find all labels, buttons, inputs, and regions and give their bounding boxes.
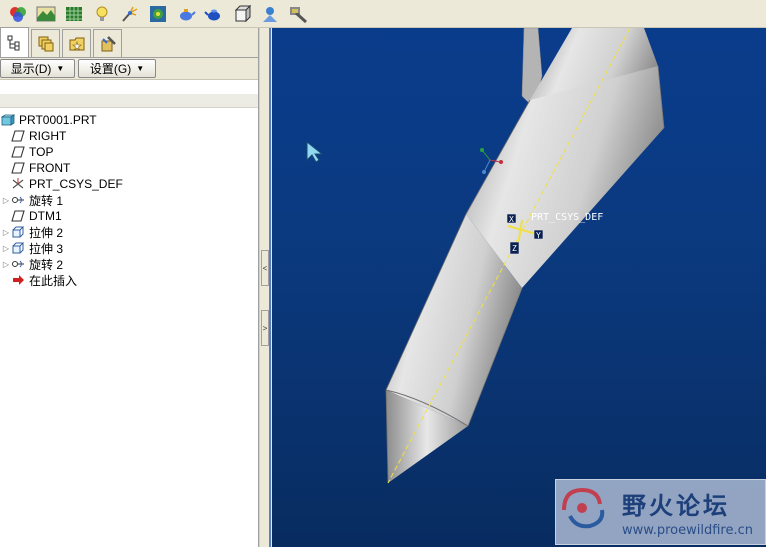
favorites-tab[interactable] — [62, 29, 91, 57]
tree-item[interactable]: TOP — [0, 144, 258, 160]
terrain-icon[interactable] — [34, 3, 58, 25]
tree-item-label: 拉伸 3 — [29, 241, 64, 256]
spacer — [0, 80, 258, 94]
revolve-icon — [10, 257, 26, 271]
tree-item[interactable]: ▷ 拉伸 3 — [0, 240, 258, 256]
expand-arrow-icon[interactable]: ▷ — [2, 260, 10, 269]
tree-item[interactable]: ▷ 拉伸 2 — [0, 224, 258, 240]
datum-plane-icon — [10, 209, 26, 223]
datum-plane-icon — [10, 161, 26, 175]
expand-arrow-icon[interactable]: ▷ — [2, 228, 10, 237]
csys-icon — [10, 177, 26, 191]
tree-item[interactable]: ▷ 旋转 2 — [0, 256, 258, 272]
expand-arrow-icon[interactable]: ▷ — [2, 244, 10, 253]
navigator-menu-row: 显示(D) ▼ 设置(G) ▼ — [0, 58, 258, 80]
tree-item[interactable]: DTM1 — [0, 208, 258, 224]
texture-icon[interactable] — [62, 3, 86, 25]
watermark-subtitle: www.proewildfire.cn — [622, 523, 753, 538]
scene-icon[interactable] — [146, 3, 170, 25]
settings-menu-button[interactable]: 设置(G) ▼ — [78, 59, 156, 78]
render-tool-icon[interactable] — [286, 3, 310, 25]
forum-watermark: 野火论坛 www.proewildfire.cn — [555, 479, 766, 545]
chevron-down-icon: ▼ — [56, 64, 65, 73]
tree-item[interactable]: 在此插入 — [0, 272, 258, 288]
tree-root-label: PRT0001.PRT — [19, 113, 97, 127]
blue-teapot-icon[interactable] — [202, 3, 226, 25]
viewport-border — [269, 28, 271, 547]
tree-item[interactable]: RIGHT — [0, 128, 258, 144]
chevron-down-icon: ▼ — [136, 64, 145, 73]
perspective-icon[interactable] — [258, 3, 282, 25]
part-icon — [0, 113, 16, 127]
csys-z-tag: Z — [512, 244, 517, 253]
color-appearance-icon[interactable] — [6, 3, 30, 25]
tree-item-label: 在此插入 — [29, 273, 78, 288]
tools-tab[interactable] — [93, 29, 122, 57]
tree-item-label: 旋转 2 — [29, 257, 64, 272]
csys-label: PRT_CSYS_DEF — [531, 212, 604, 223]
csys-x-tag: X — [509, 215, 514, 224]
model-render: X Y Z — [306, 28, 665, 484]
csys-y-tag: Y — [536, 231, 541, 240]
mouse-pointer-icon — [306, 140, 324, 163]
light-bulb-icon[interactable] — [90, 3, 114, 25]
revolve-icon — [10, 193, 26, 207]
datum-plane-icon — [10, 129, 26, 143]
tree-root[interactable]: PRT0001.PRT — [0, 112, 258, 128]
forum-logo — [562, 487, 605, 529]
tree-item-label: TOP — [29, 145, 54, 159]
insert-arrow-icon — [10, 273, 26, 287]
tree-item-label: 拉伸 2 — [29, 225, 64, 240]
tree-item[interactable]: ▷ 旋转 1 — [0, 192, 258, 208]
collapse-left-icon[interactable]: < — [261, 250, 269, 286]
tree-item-label: FRONT — [29, 161, 71, 175]
tree-item[interactable]: PRT_CSYS_DEF — [0, 176, 258, 192]
teapot-render-icon[interactable] — [174, 3, 198, 25]
layers-tab[interactable] — [31, 29, 60, 57]
tree-item-label: DTM1 — [29, 209, 62, 223]
tree-item-label: PRT_CSYS_DEF — [29, 177, 123, 191]
model-tree: PRT0001.PRT RIGHT TOP FRONT PRT_CSYS_DEF ▷ 旋转… — [0, 108, 258, 288]
expand-arrow-icon[interactable]: ▷ — [2, 196, 10, 205]
expand-right-icon[interactable]: > — [261, 310, 269, 346]
navigator-panel: 显示(D) ▼ 设置(G) ▼ PRT0001.PRT RIGHT TOP FRONT P… — [0, 27, 259, 547]
extrude-icon — [10, 225, 26, 239]
show-menu-button[interactable]: 显示(D) ▼ — [0, 59, 75, 78]
settings-menu-label: 设置(G) — [89, 62, 132, 76]
tree-column-header — [0, 94, 258, 108]
model-tree-tab[interactable] — [0, 27, 29, 57]
show-menu-label: 显示(D) — [10, 62, 52, 76]
tree-item-label: RIGHT — [29, 129, 67, 143]
top-toolbar — [0, 0, 766, 28]
tree-item[interactable]: FRONT — [0, 160, 258, 176]
extrude-icon — [10, 241, 26, 255]
graphics-viewport[interactable]: X Y Z PRT_CSYS_DEF 野火论坛 www.proewildfire… — [272, 28, 766, 547]
panel-splitter[interactable]: < > — [259, 28, 272, 547]
datum-plane-icon — [10, 145, 26, 159]
watermark-title: 野火论坛 — [622, 492, 730, 520]
shade-box-icon[interactable] — [230, 3, 254, 25]
light-effects-icon[interactable] — [118, 3, 142, 25]
tree-item-label: 旋转 1 — [29, 193, 64, 208]
navigator-tabs — [0, 27, 258, 58]
